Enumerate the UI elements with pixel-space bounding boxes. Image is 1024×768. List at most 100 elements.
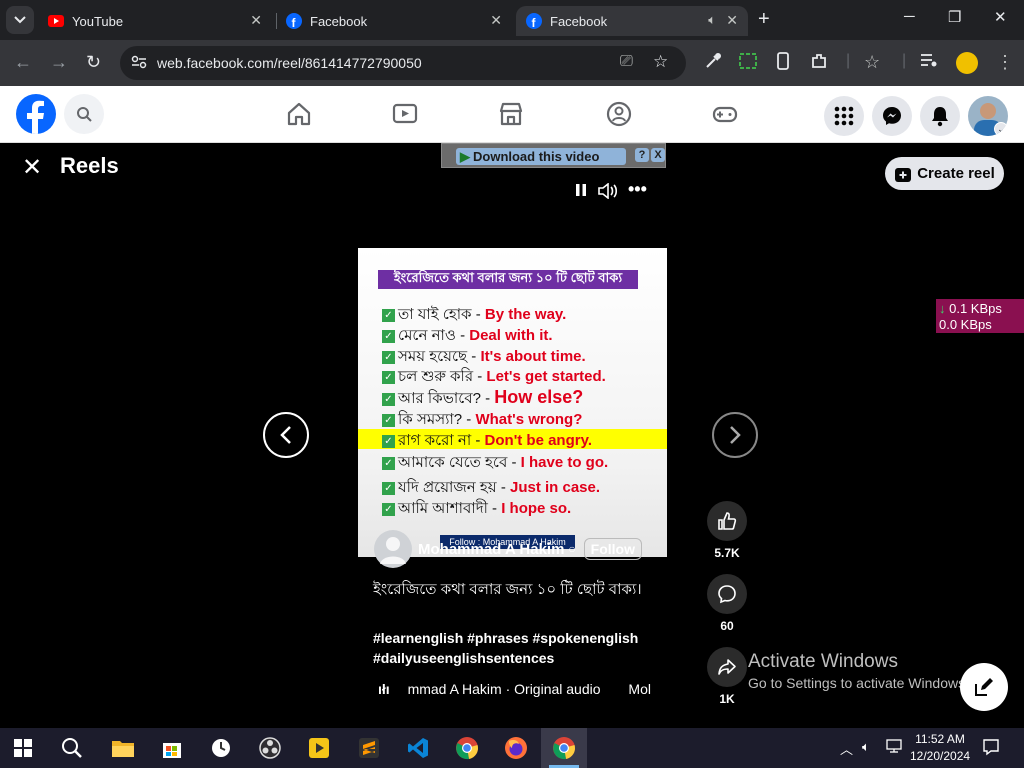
address-bar[interactable]: web.facebook.com/reel/861414772790050 ⎚ … <box>120 46 686 80</box>
net-upload: 0.0 KBps <box>939 317 992 332</box>
media-controls-icon[interactable] <box>920 52 938 73</box>
vscode-icon <box>408 738 428 758</box>
comment-button[interactable] <box>707 574 747 614</box>
share-button[interactable] <box>707 647 747 687</box>
restore-button[interactable]: ❐ <box>948 8 961 26</box>
download-close-button[interactable]: X <box>651 148 665 162</box>
reload-button[interactable]: ↻ <box>86 52 101 73</box>
close-tab-icon[interactable]: ✕ <box>490 12 502 29</box>
groups-nav[interactable] <box>605 100 633 128</box>
site-info-icon[interactable] <box>131 54 147 75</box>
pause-button[interactable] <box>575 183 587 202</box>
menu-dots-icon[interactable]: ⋮ <box>996 52 1014 73</box>
forward-button[interactable]: → <box>50 52 68 73</box>
bookmarks-icon[interactable]: ☆ <box>864 52 880 73</box>
notification-center-icon[interactable] <box>982 738 1000 759</box>
audio-label-more: Mol <box>628 681 651 697</box>
audio-row[interactable]: ıłı mmad A Hakim · Original audio Mol <box>378 681 651 697</box>
account-avatar[interactable]: ⌄ <box>968 96 1008 136</box>
reel-plus-icon <box>895 167 912 182</box>
close-window-button[interactable]: ✕ <box>994 8 1007 26</box>
follow-button[interactable]: Follow <box>583 538 642 560</box>
author-avatar[interactable] <box>374 530 412 568</box>
chrome-app[interactable] <box>452 733 482 763</box>
phrase-en: What's wrong? <box>475 411 583 428</box>
marketplace-nav[interactable] <box>497 100 525 128</box>
video-nav[interactable] <box>391 100 419 128</box>
screenshot-extension-icon[interactable] <box>738 52 758 75</box>
tab-facebook-2[interactable]: f Facebook 🔈︎ ✕ <box>516 6 748 36</box>
tab-title: Facebook <box>550 13 608 29</box>
home-nav[interactable] <box>285 100 313 128</box>
check-icon: ✓ <box>382 413 395 427</box>
search-button[interactable] <box>64 94 104 134</box>
like-button[interactable] <box>707 501 747 541</box>
windows-taskbar: ︿ 🔈︎ 11:52 AM 12/20/2024 <box>0 728 1024 768</box>
firefox-icon <box>505 737 527 759</box>
download-video-button[interactable]: ▶ Download this video <box>456 148 626 165</box>
taskbar-search-button[interactable] <box>57 733 87 763</box>
menu-button[interactable] <box>824 96 864 136</box>
facebook-logo[interactable] <box>16 94 56 134</box>
marketplace-icon <box>499 102 523 126</box>
clock-date: 12/20/2024 <box>910 749 971 763</box>
check-icon: ✓ <box>382 370 395 384</box>
obs-icon <box>259 737 281 759</box>
close-reels-button[interactable]: ✕ <box>22 153 42 182</box>
player-app[interactable] <box>304 733 334 763</box>
new-message-button[interactable] <box>960 663 1008 711</box>
net-down-value: 0.1 KBps <box>949 301 1002 316</box>
profile-avatar[interactable] <box>956 52 978 74</box>
mobile-view-icon[interactable] <box>776 52 790 75</box>
chrome-icon <box>456 737 478 760</box>
reel-hashtags[interactable]: #learnenglish #phrases #spokenenglish #d… <box>373 628 663 668</box>
phrase-en: Deal with it. <box>469 327 553 344</box>
reel-video[interactable]: ইংরেজিতে কথা বলার জন্য ১০ টি ছোট বাক্য ✓… <box>358 248 667 557</box>
globe-icon: ○ <box>568 542 576 556</box>
minimize-button[interactable]: ─ <box>904 8 915 25</box>
more-options-icon[interactable]: ••• <box>628 179 647 200</box>
next-reel-button[interactable] <box>712 412 758 458</box>
create-reel-button[interactable]: Create reel <box>885 157 1004 190</box>
new-tab-button[interactable]: + <box>758 8 770 31</box>
notifications-button[interactable] <box>920 96 960 136</box>
speaker-icon[interactable]: 🔈︎ <box>708 12 716 28</box>
bookmark-star-icon[interactable]: ☆ <box>653 52 668 72</box>
tab-strip: YouTube ✕ f Facebook ✕ f Facebook 🔈︎ ✕ +… <box>0 0 1024 40</box>
volume-icon <box>598 182 618 200</box>
network-tray-icon[interactable] <box>886 739 902 756</box>
close-tab-icon[interactable]: ✕ <box>726 12 738 29</box>
vscode-app[interactable] <box>403 733 433 763</box>
previous-reel-button[interactable] <box>263 412 309 458</box>
chevron-up-icon[interactable]: ︿ <box>840 739 853 758</box>
bell-icon <box>932 107 948 127</box>
volume-tray-icon[interactable]: 🔈︎ <box>862 739 870 755</box>
close-tab-icon[interactable]: ✕ <box>250 12 262 29</box>
tab-facebook-1[interactable]: f Facebook ✕ <box>276 6 512 36</box>
avatar-face <box>980 103 996 119</box>
firefox-app[interactable] <box>501 733 531 763</box>
volume-button[interactable] <box>598 182 620 204</box>
back-button[interactable]: ← <box>14 52 32 73</box>
tab-search-button[interactable] <box>6 6 34 34</box>
store-app[interactable] <box>157 733 187 763</box>
file-explorer-app[interactable] <box>108 733 138 763</box>
home-icon <box>287 102 311 126</box>
start-button[interactable] <box>8 733 38 763</box>
obs-app[interactable] <box>255 733 285 763</box>
install-app-icon[interactable]: ⎚ <box>620 53 633 71</box>
gaming-nav[interactable] <box>711 100 739 128</box>
pause-icon <box>576 184 586 196</box>
system-clock[interactable]: 11:52 AM 12/20/2024 <box>910 731 970 765</box>
player-icon <box>309 738 329 758</box>
tab-youtube[interactable]: YouTube ✕ <box>38 6 272 36</box>
extensions-icon[interactable] <box>810 52 828 75</box>
sublime-app[interactable] <box>354 733 384 763</box>
author-name[interactable]: Mohammad A Hakim <box>418 541 564 558</box>
eyedropper-extension-icon[interactable] <box>704 52 722 75</box>
messenger-button[interactable] <box>872 96 912 136</box>
download-help-button[interactable]: ? <box>635 148 649 162</box>
chrome-app-active[interactable] <box>541 728 587 768</box>
download-label: Download this video <box>473 149 600 164</box>
clock-app[interactable] <box>206 733 236 763</box>
